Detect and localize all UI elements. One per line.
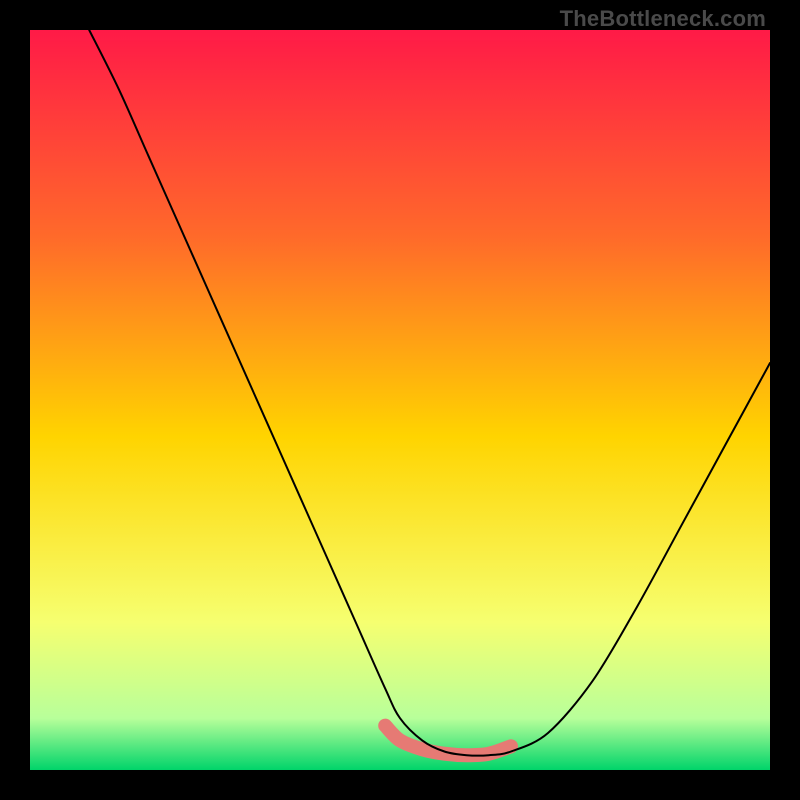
chart-frame: TheBottleneck.com (0, 0, 800, 800)
highlight-band (385, 726, 511, 756)
curve-layer (30, 30, 770, 770)
bottleneck-curve (89, 30, 770, 756)
watermark-text: TheBottleneck.com (560, 6, 766, 32)
plot-area (30, 30, 770, 770)
